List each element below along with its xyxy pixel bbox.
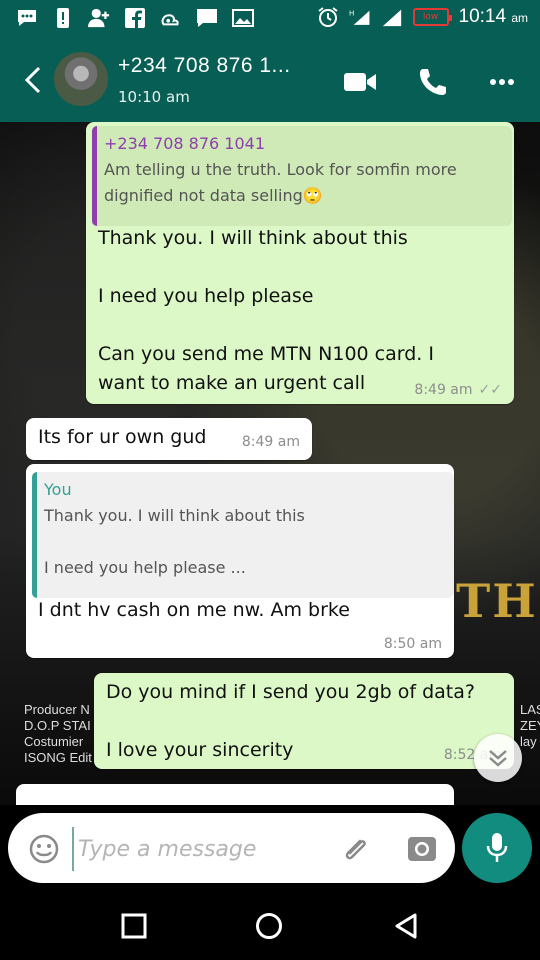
quote-author: +234 708 876 1041 [104, 134, 265, 153]
battery-icon: low [412, 8, 452, 26]
quoted-message[interactable]: You Thank you. I will think about this I… [32, 472, 454, 598]
attach-button[interactable] [338, 833, 372, 867]
clock-time: 10:14 [458, 6, 507, 27]
compose-bar [0, 805, 540, 892]
more-vertical-icon [490, 79, 514, 85]
back-button[interactable] [18, 62, 48, 98]
back-nav-button[interactable] [390, 910, 422, 942]
signal-h-icon: H [349, 6, 371, 28]
camera-icon [408, 837, 436, 861]
wallpaper-text: TH [456, 574, 538, 628]
last-seen: 10:10 am [118, 88, 190, 106]
message-text: Thank you. I will think about this I nee… [98, 227, 434, 394]
chat-header: +234 708 876 1... 10:10 am [0, 38, 540, 122]
system-navigation-bar [0, 892, 540, 960]
facebook-icon [124, 7, 146, 29]
phone-icon [420, 69, 446, 95]
scroll-to-bottom-button[interactable] [474, 734, 522, 782]
alarm-icon [317, 6, 339, 28]
wallpaper-credits-right: LASH ZEY lay [520, 702, 540, 750]
message-time: 8:49 am [241, 434, 300, 450]
message-time: 8:49 am [414, 382, 473, 398]
quote-text: Am telling u the truth. Look for somfin … [104, 160, 462, 205]
paperclip-icon [345, 839, 366, 860]
gallery-icon [232, 7, 254, 29]
camera-button[interactable] [406, 833, 438, 865]
credit-line: Costumier [24, 734, 84, 749]
clock-ampm: am [511, 11, 528, 25]
credit-line: ISONG Edit [24, 750, 92, 765]
uc-browser-icon [160, 7, 182, 29]
message-icon [196, 7, 218, 29]
more-options-button[interactable] [482, 62, 522, 102]
microphone-icon [486, 833, 508, 862]
chat-area[interactable]: TH Producer N D.O.P STAI Costumier ISONG… [0, 122, 540, 805]
status-bar: H low 10:14 am [0, 0, 540, 38]
credit-line: ZEY [520, 718, 540, 733]
triangle-back-icon [395, 913, 417, 939]
contact-name[interactable]: +234 708 876 1... [118, 54, 291, 78]
chat-notification-icon [16, 7, 38, 29]
message-time: 8:50 am [383, 636, 442, 652]
message-meta: 8:49 am [242, 434, 300, 450]
video-camera-icon [344, 73, 376, 91]
voice-call-button[interactable] [412, 62, 452, 102]
credit-line: LASH [520, 702, 540, 717]
smiley-icon [29, 834, 59, 864]
credit-line: lay [520, 734, 537, 749]
recents-button[interactable] [118, 910, 150, 942]
signal-icon [381, 6, 403, 28]
wallpaper-credits: Producer N D.O.P STAI Costumier ISONG Ed… [24, 702, 92, 766]
video-call-button[interactable] [340, 62, 380, 102]
quoted-message[interactable]: +234 708 876 1041 Am telling u the truth… [92, 126, 512, 226]
svg-text:H: H [349, 8, 354, 17]
message-bubble-outgoing[interactable]: +234 708 876 1041 Am telling u the truth… [86, 122, 514, 404]
credit-line: Producer N [24, 702, 90, 717]
message-bubble-incoming[interactable]: You Thank you. I will think about this I… [26, 464, 454, 658]
credit-line: D.O.P STAI [24, 718, 91, 733]
voice-message-button[interactable] [462, 813, 532, 883]
message-meta: 8:49 am ✓✓ [414, 382, 502, 398]
message-text: Its for ur own gud [38, 426, 207, 448]
back-arrow-icon [24, 66, 41, 94]
circle-icon [256, 913, 282, 939]
message-bubble-outgoing[interactable]: Do you mind if I send you 2gb of data? I… [94, 673, 514, 769]
message-compose-box [8, 813, 455, 883]
message-bubble-incoming[interactable]: Its for ur own gud 8:49 am [26, 418, 312, 460]
message-input[interactable] [72, 827, 330, 871]
emoji-button[interactable] [28, 833, 60, 865]
square-icon [121, 913, 147, 939]
double-chevron-down-icon [489, 750, 507, 767]
add-user-icon [88, 7, 110, 29]
home-button[interactable] [253, 910, 285, 942]
double-tick-icon: ✓✓ [478, 382, 502, 398]
contact-avatar[interactable] [54, 52, 108, 106]
system-icons: H low 10:14 am [317, 6, 529, 28]
clock: 10:14 am [459, 6, 529, 28]
quote-author: You [44, 480, 72, 499]
quote-text: Thank you. I will think about this I nee… [44, 506, 305, 577]
message-bubble-incoming-partial[interactable] [16, 784, 454, 805]
notification-icons [16, 7, 254, 29]
message-text: I dnt hv cash on me nw. Am brke [38, 599, 350, 621]
alert-icon [52, 7, 74, 29]
message-meta: 8:50 am [384, 636, 442, 652]
